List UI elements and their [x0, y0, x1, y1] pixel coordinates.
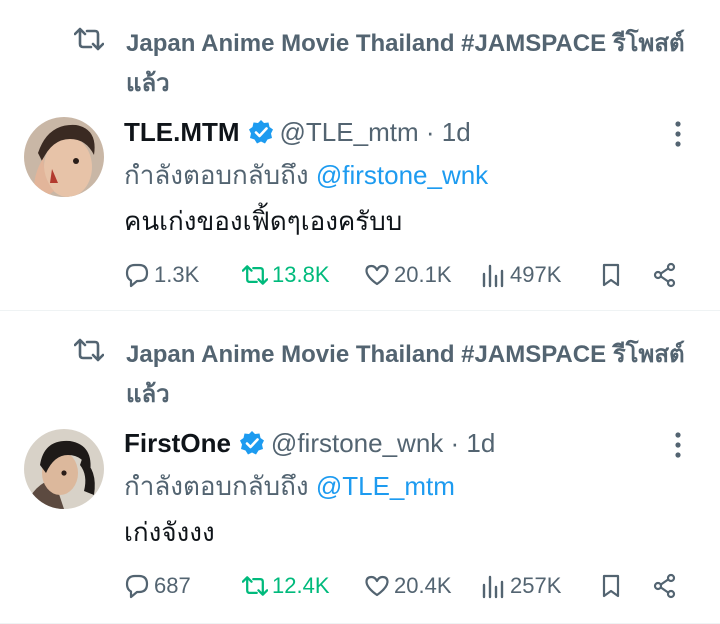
views-button[interactable]: 257K: [480, 568, 561, 604]
reply-prefix: กำลังตอบกลับถึง: [124, 160, 309, 190]
tweet-text: เก่งจังงง: [124, 517, 215, 547]
more-icon[interactable]: [668, 431, 688, 459]
repost-count: 12.4K: [272, 573, 330, 598]
reply-button[interactable]: 687: [124, 568, 191, 604]
bookmark-icon: [602, 574, 620, 598]
like-button[interactable]: 20.4K: [364, 568, 452, 604]
action-bar: 1.3K 13.8K 20.1K 497K: [124, 257, 694, 293]
views-icon: [482, 575, 504, 599]
tweet-header: FirstOne @firstone_wnk · 1d: [124, 423, 495, 463]
bookmark-button[interactable]: [598, 257, 628, 293]
display-name[interactable]: FirstOne: [124, 428, 231, 458]
views-count: 257K: [510, 573, 562, 598]
avatar[interactable]: [24, 117, 104, 197]
display-name[interactable]: TLE.MTM: [124, 117, 240, 147]
action-bar: 687 12.4K 20.4K 257K: [124, 568, 694, 604]
reply-count: 1.3K: [154, 262, 200, 287]
repost-button[interactable]: 12.4K: [242, 568, 330, 604]
tweet-2[interactable]: Japan Anime Movie Thailand #JAMSPACE รีโ…: [0, 311, 720, 624]
like-icon: [365, 575, 389, 597]
retweet-icon: [74, 27, 104, 51]
timestamp[interactable]: 1d: [442, 117, 471, 147]
handle[interactable]: @TLE_mtm: [280, 117, 419, 147]
repost-icon: [242, 265, 268, 285]
reply-context: กำลังตอบกลับถึง @firstone_wnk: [124, 157, 488, 193]
reply-icon: [125, 574, 149, 599]
like-icon: [365, 264, 389, 286]
reply-button[interactable]: 1.3K: [124, 257, 199, 293]
share-button[interactable]: [652, 568, 682, 604]
reply-mention-link[interactable]: @TLE_mtm: [316, 471, 455, 501]
like-count: 20.1K: [394, 262, 452, 287]
verified-badge-icon: [239, 431, 264, 455]
repost-icon: [242, 576, 268, 596]
repost-button[interactable]: 13.8K: [242, 257, 330, 293]
verified-badge-icon: [248, 120, 273, 144]
avatar-image: [24, 429, 104, 509]
separator-dot: ·: [425, 117, 435, 147]
tweet-header: TLE.MTM @TLE_mtm · 1d: [124, 112, 471, 152]
reply-prefix: กำลังตอบกลับถึง: [124, 471, 309, 501]
like-button[interactable]: 20.1K: [364, 257, 452, 293]
views-button[interactable]: 497K: [480, 257, 561, 293]
retweeted-by-label[interactable]: Japan Anime Movie Thailand #JAMSPACE รีโ…: [126, 24, 686, 104]
repost-count: 13.8K: [272, 262, 330, 287]
share-icon: [653, 262, 676, 288]
bookmark-icon: [602, 263, 620, 287]
retweeted-by-label[interactable]: Japan Anime Movie Thailand #JAMSPACE รีโ…: [126, 335, 686, 415]
timestamp[interactable]: 1d: [466, 428, 495, 458]
reply-mention-link[interactable]: @firstone_wnk: [316, 160, 488, 190]
tweet-text: คนเก่งของเฟิ้ดๆเองครับบ: [124, 206, 403, 236]
avatar[interactable]: [24, 429, 104, 509]
retweet-icon: [74, 338, 104, 362]
reply-count: 687: [154, 573, 191, 598]
reply-context: กำลังตอบกลับถึง @TLE_mtm: [124, 468, 455, 504]
views-icon: [482, 264, 504, 288]
more-icon[interactable]: [668, 120, 688, 148]
avatar-image: [24, 117, 104, 197]
reply-icon: [125, 263, 149, 288]
share-icon: [653, 573, 676, 599]
separator-dot: ·: [450, 428, 460, 458]
bookmark-button[interactable]: [598, 568, 628, 604]
tweet-1[interactable]: Japan Anime Movie Thailand #JAMSPACE รีโ…: [0, 0, 720, 311]
views-count: 497K: [510, 262, 562, 287]
share-button[interactable]: [652, 257, 682, 293]
like-count: 20.4K: [394, 573, 452, 598]
handle[interactable]: @firstone_wnk: [271, 428, 443, 458]
